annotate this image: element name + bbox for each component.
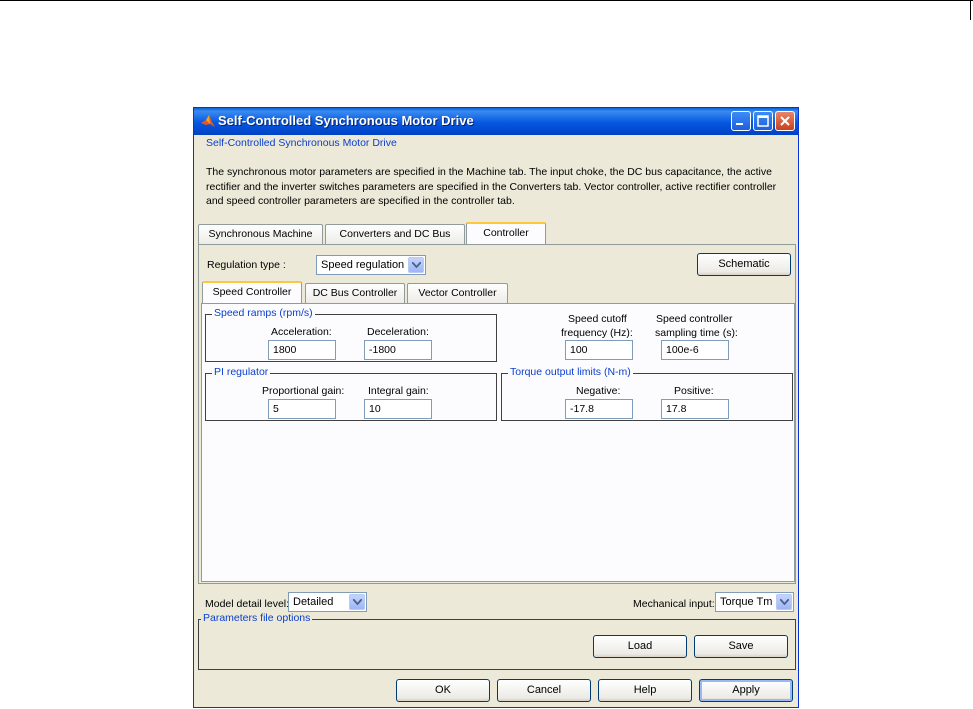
minimize-icon — [736, 123, 743, 125]
close-icon — [780, 116, 790, 126]
torque-negative-label: Negative: — [576, 385, 621, 397]
speed-ramps-group: Speed ramps (rpm/s) — [205, 307, 497, 362]
torque-limits-title: Torque output limits (N-m) — [508, 366, 633, 378]
tab-converters-dc-bus[interactable]: Converters and DC Bus — [325, 224, 465, 245]
chevron-down-icon — [408, 257, 424, 273]
mechanical-input-label: Mechanical input: — [633, 598, 715, 610]
window-title: Self-Controlled Synchronous Motor Drive — [218, 113, 474, 128]
save-button[interactable]: Save — [694, 635, 788, 658]
acceleration-label: Acceleration: — [271, 326, 332, 338]
matlab-logo-icon — [200, 113, 216, 129]
cancel-button[interactable]: Cancel — [497, 679, 591, 702]
mechanical-input-value: Torque Tm — [720, 596, 773, 608]
proportional-gain-label: Proportional gain: — [262, 385, 345, 397]
apply-button[interactable]: Apply — [699, 679, 793, 702]
sampling-time-label-line1: Speed controller — [656, 313, 733, 325]
parameters-file-title: Parameters file options — [201, 612, 313, 624]
sampling-time-label-line2: sampling time (s): — [655, 327, 738, 339]
deceleration-field[interactable]: -1800 — [364, 340, 432, 360]
speed-controller-panel: Speed ramps (rpm/s) Acceleration: 1800 D… — [201, 303, 795, 582]
model-detail-label: Model detail level: — [205, 598, 290, 610]
regulation-type-label: Regulation type : — [207, 259, 286, 271]
load-button[interactable]: Load — [593, 635, 687, 658]
deceleration-label: Deceleration: — [367, 326, 429, 338]
torque-limits-group: Torque output limits (N-m) — [501, 366, 793, 421]
dialog-window: Self-Controlled Synchronous Motor Drive … — [193, 107, 799, 708]
help-button[interactable]: Help — [598, 679, 692, 702]
page-corner-mark — [970, 0, 971, 20]
ok-button[interactable]: OK — [396, 679, 490, 702]
regulation-type-dropdown[interactable]: Speed regulation — [316, 255, 426, 275]
minimize-button[interactable] — [731, 111, 751, 131]
speed-cutoff-label-line1: Speed cutoff — [568, 313, 627, 325]
torque-negative-field[interactable]: -17.8 — [565, 399, 633, 419]
title-bar[interactable]: Self-Controlled Synchronous Motor Drive — [194, 108, 798, 135]
model-detail-value: Detailed — [293, 596, 334, 608]
speed-cutoff-label-line2: frequency (Hz): — [561, 327, 633, 339]
block-description: The synchronous motor parameters are spe… — [206, 166, 777, 207]
chevron-down-icon — [776, 594, 792, 610]
proportional-gain-field[interactable]: 5 — [268, 399, 336, 419]
regulation-type-value: Speed regulation — [321, 259, 405, 271]
torque-positive-field[interactable]: 17.8 — [661, 399, 729, 419]
block-name: Self-Controlled Synchronous Motor Drive — [206, 137, 397, 149]
speed-cutoff-field[interactable]: 100 — [565, 340, 633, 360]
acceleration-field[interactable]: 1800 — [268, 340, 336, 360]
close-button[interactable] — [775, 111, 795, 131]
speed-ramps-title: Speed ramps (rpm/s) — [212, 307, 315, 319]
maximize-button[interactable] — [753, 111, 773, 131]
integral-gain-label: Integral gain: — [368, 385, 429, 397]
tab-controller[interactable]: Controller — [466, 222, 546, 245]
tab-vector-controller[interactable]: Vector Controller — [407, 283, 508, 304]
schematic-button[interactable]: Schematic — [697, 253, 791, 276]
torque-positive-label: Positive: — [674, 385, 714, 397]
pi-regulator-group: PI regulator — [205, 366, 497, 421]
model-detail-dropdown[interactable]: Detailed — [288, 592, 367, 612]
sampling-time-field[interactable]: 100e-6 — [661, 340, 729, 360]
tab-speed-controller[interactable]: Speed Controller — [202, 281, 302, 304]
integral-gain-field[interactable]: 10 — [364, 399, 432, 419]
page-top-rule — [0, 0, 973, 1]
mechanical-input-dropdown[interactable]: Torque Tm — [715, 592, 794, 612]
controller-panel: Regulation type : Speed regulation Schem… — [198, 244, 796, 584]
pi-regulator-title: PI regulator — [212, 366, 271, 378]
chevron-down-icon — [349, 594, 365, 610]
maximize-icon — [757, 115, 769, 127]
tab-dc-bus-controller[interactable]: DC Bus Controller — [305, 283, 405, 304]
tab-synchronous-machine[interactable]: Synchronous Machine — [198, 224, 323, 245]
